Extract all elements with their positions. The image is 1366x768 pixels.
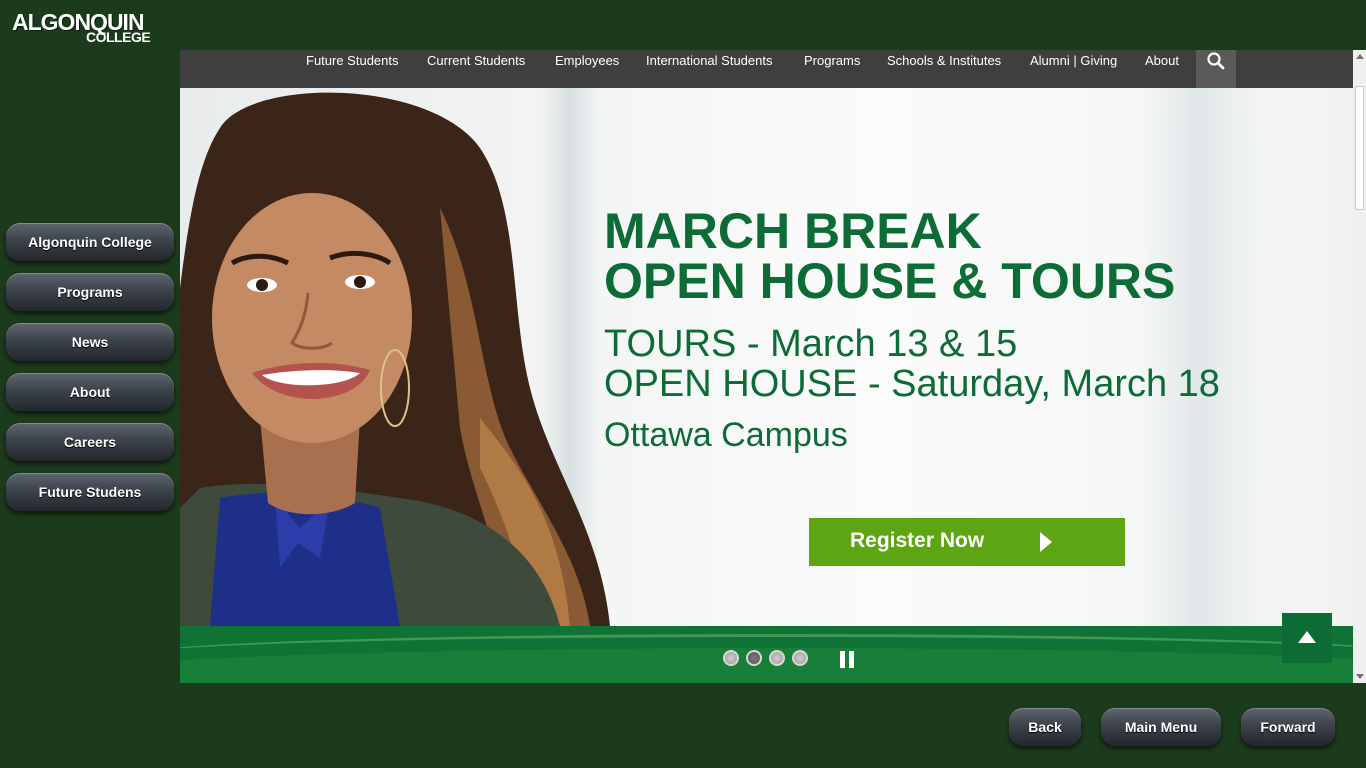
nav-schools-institutes[interactable]: Schools & Institutes xyxy=(887,50,1001,72)
campus-name: Ottawa Campus xyxy=(604,416,848,454)
nav-about[interactable]: About xyxy=(1145,50,1179,72)
play-arrow-icon xyxy=(1040,532,1052,552)
forward-button[interactable]: Forward xyxy=(1241,708,1335,746)
site-nav-bar: Future Students Current Students Employe… xyxy=(180,50,1353,88)
arrow-up-icon xyxy=(1298,631,1316,643)
sidebar-item-news[interactable]: News xyxy=(6,323,174,361)
nav-current-students[interactable]: Current Students xyxy=(427,50,525,72)
vertical-scrollbar[interactable] xyxy=(1353,50,1366,683)
logo-subtext: COLLEGE xyxy=(86,29,151,45)
register-now-label: Register Now xyxy=(850,529,985,552)
carousel-dot-4[interactable] xyxy=(792,650,808,666)
carousel-dot-3[interactable] xyxy=(769,650,785,666)
pause-icon[interactable] xyxy=(840,651,856,668)
back-button[interactable]: Back xyxy=(1009,708,1081,746)
scroll-down-icon[interactable] xyxy=(1356,674,1364,679)
register-now-button[interactable]: Register Now xyxy=(809,518,1125,566)
carousel-dot-2[interactable] xyxy=(746,650,762,666)
hero-headline-line1: MARCH BREAK xyxy=(604,203,982,259)
scrollbar-thumb[interactable] xyxy=(1355,86,1364,210)
nav-employees[interactable]: Employees xyxy=(555,50,619,72)
main-menu-button[interactable]: Main Menu xyxy=(1101,708,1221,746)
carousel-band xyxy=(180,626,1353,683)
scroll-up-icon[interactable] xyxy=(1356,54,1364,59)
carousel-dot-1[interactable] xyxy=(723,650,739,666)
student-photo xyxy=(180,92,610,626)
search-icon xyxy=(1207,52,1225,70)
nav-programs[interactable]: Programs xyxy=(804,50,860,72)
search-button[interactable] xyxy=(1196,50,1236,88)
open-house-date: OPEN HOUSE - Saturday, March 18 xyxy=(604,363,1220,405)
tours-dates: TOURS - March 13 & 15 xyxy=(604,323,1018,365)
nav-alumni-giving[interactable]: Alumni | Giving xyxy=(1030,50,1117,72)
college-logo: ALGONQUIN COLLEGE xyxy=(12,10,157,46)
nav-international-students[interactable]: International Students xyxy=(646,50,772,72)
hero-banner: MARCH BREAK OPEN HOUSE & TOURS TOURS - M… xyxy=(180,88,1353,626)
sidebar-item-programs[interactable]: Programs xyxy=(6,273,174,311)
sidebar-item-algonquin-college[interactable]: Algonquin College xyxy=(6,223,174,261)
scroll-to-top-button[interactable] xyxy=(1282,613,1332,663)
sidebar-item-careers[interactable]: Careers xyxy=(6,423,174,461)
sidebar-item-future-students[interactable]: Future Studens xyxy=(6,473,174,511)
sidebar-item-about[interactable]: About xyxy=(6,373,174,411)
nav-future-students[interactable]: Future Students xyxy=(306,50,399,72)
hero-headline-line2: OPEN HOUSE & TOURS xyxy=(604,253,1176,309)
web-view: Future Students Current Students Employe… xyxy=(180,50,1353,683)
